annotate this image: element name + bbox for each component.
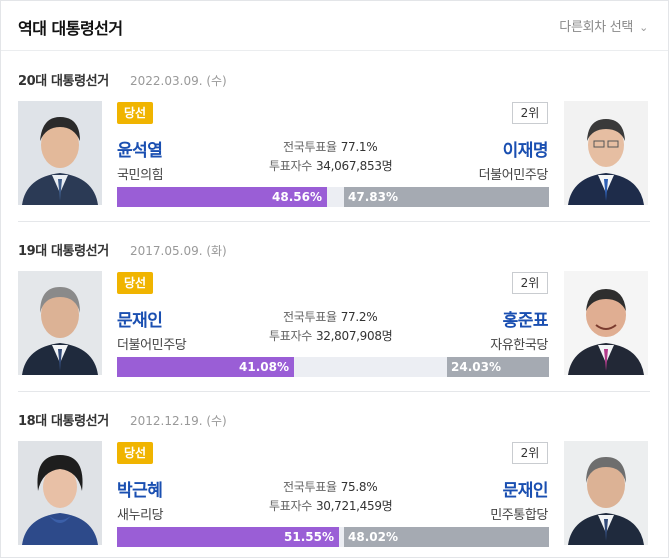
voters-value: 30,721,459명	[315, 499, 393, 513]
election-title[interactable]: 20대 대통령선거	[18, 70, 109, 89]
runnerup-photo[interactable]	[564, 101, 648, 205]
vote-share-bar: 48.56% 47.83%	[117, 187, 549, 207]
turnout-label: 전국투표율	[283, 310, 337, 324]
winner-photo[interactable]	[18, 441, 102, 545]
turnout-label: 전국투표율	[283, 140, 337, 154]
winner-badge: 당선	[117, 272, 153, 294]
vote-share-bar: 51.55% 48.02%	[117, 527, 549, 547]
winner-share-bar: 51.55%	[117, 527, 339, 547]
runnerup-name[interactable]: 문재인	[503, 476, 549, 501]
winner-party: 국민의힘	[117, 168, 164, 183]
election-date: 2012.12.19. (수)	[130, 414, 227, 428]
voters-value: 32,807,908명	[315, 329, 393, 343]
election-title[interactable]: 19대 대통령선거	[18, 240, 109, 259]
vote-share-bar: 41.08% 24.03%	[117, 357, 549, 377]
voters-label: 투표자수	[269, 159, 312, 173]
runnerup-photo[interactable]	[564, 271, 648, 375]
rank-badge: 2위	[512, 272, 548, 294]
rank-badge: 2위	[512, 442, 548, 464]
panel-header: 역대 대통령선거 다른회차 선택 ⌄	[1, 1, 668, 51]
turnout-value: 77.2%	[340, 310, 378, 324]
winner-photo[interactable]	[18, 271, 102, 375]
election-section: 18대 대통령선거 2012.12.19. (수) 당선 2위 박근혜 새누리당…	[1, 392, 668, 558]
round-select-label: 다른회차 선택	[559, 20, 634, 35]
chevron-down-icon: ⌄	[639, 21, 648, 34]
runnerup-party: 자유한국당	[490, 338, 548, 353]
turnout-label: 전국투표율	[283, 480, 337, 494]
rank-badge: 2위	[512, 102, 548, 124]
election-section: 20대 대통령선거 2022.03.09. (수) 당선 2위 윤석열 국민의힘…	[1, 52, 668, 221]
winner-photo[interactable]	[18, 101, 102, 205]
page-title: 역대 대통령선거	[18, 19, 123, 38]
winner-name[interactable]: 윤석열	[117, 136, 163, 161]
election-date: 2017.05.09. (화)	[130, 244, 227, 258]
voters-stat: 투표자수 32,807,908명	[269, 327, 393, 344]
turnout-stat: 전국투표율 77.2%	[283, 308, 378, 325]
voters-label: 투표자수	[269, 329, 312, 343]
winner-party: 더불어민주당	[117, 338, 187, 353]
winner-badge: 당선	[117, 442, 153, 464]
runnerup-share-bar: 47.83%	[344, 187, 549, 207]
runnerup-share-bar: 48.02%	[344, 527, 549, 547]
turnout-value: 75.8%	[340, 480, 378, 494]
runnerup-share-bar: 24.03%	[447, 357, 549, 377]
winner-badge: 당선	[117, 102, 153, 124]
winner-party: 새누리당	[117, 508, 164, 523]
voters-value: 34,067,853명	[315, 159, 393, 173]
voters-stat: 투표자수 30,721,459명	[269, 497, 393, 514]
runnerup-party: 더불어민주당	[478, 168, 549, 183]
round-select-dropdown[interactable]: 다른회차 선택 ⌄	[559, 16, 648, 35]
runnerup-name[interactable]: 홍준표	[503, 306, 549, 331]
turnout-stat: 전국투표율 77.1%	[283, 138, 378, 155]
voters-stat: 투표자수 34,067,853명	[269, 157, 393, 174]
election-history-panel: 역대 대통령선거 다른회차 선택 ⌄ 20대 대통령선거 2022.03.09. …	[0, 0, 669, 558]
winner-share-bar: 48.56%	[117, 187, 327, 207]
election-section: 19대 대통령선거 2017.05.09. (화) 당선 2위 문재인 더불어민…	[1, 222, 668, 391]
runnerup-name[interactable]: 이재명	[503, 136, 549, 161]
runnerup-photo[interactable]	[564, 441, 648, 545]
turnout-value: 77.1%	[340, 140, 378, 154]
voters-label: 투표자수	[269, 499, 312, 513]
election-date: 2022.03.09. (수)	[130, 74, 227, 88]
runnerup-party: 민주통합당	[490, 508, 548, 523]
election-title[interactable]: 18대 대통령선거	[18, 410, 109, 429]
winner-name[interactable]: 문재인	[117, 306, 163, 331]
winner-share-bar: 41.08%	[117, 357, 294, 377]
winner-name[interactable]: 박근혜	[117, 476, 163, 501]
turnout-stat: 전국투표율 75.8%	[283, 478, 378, 495]
